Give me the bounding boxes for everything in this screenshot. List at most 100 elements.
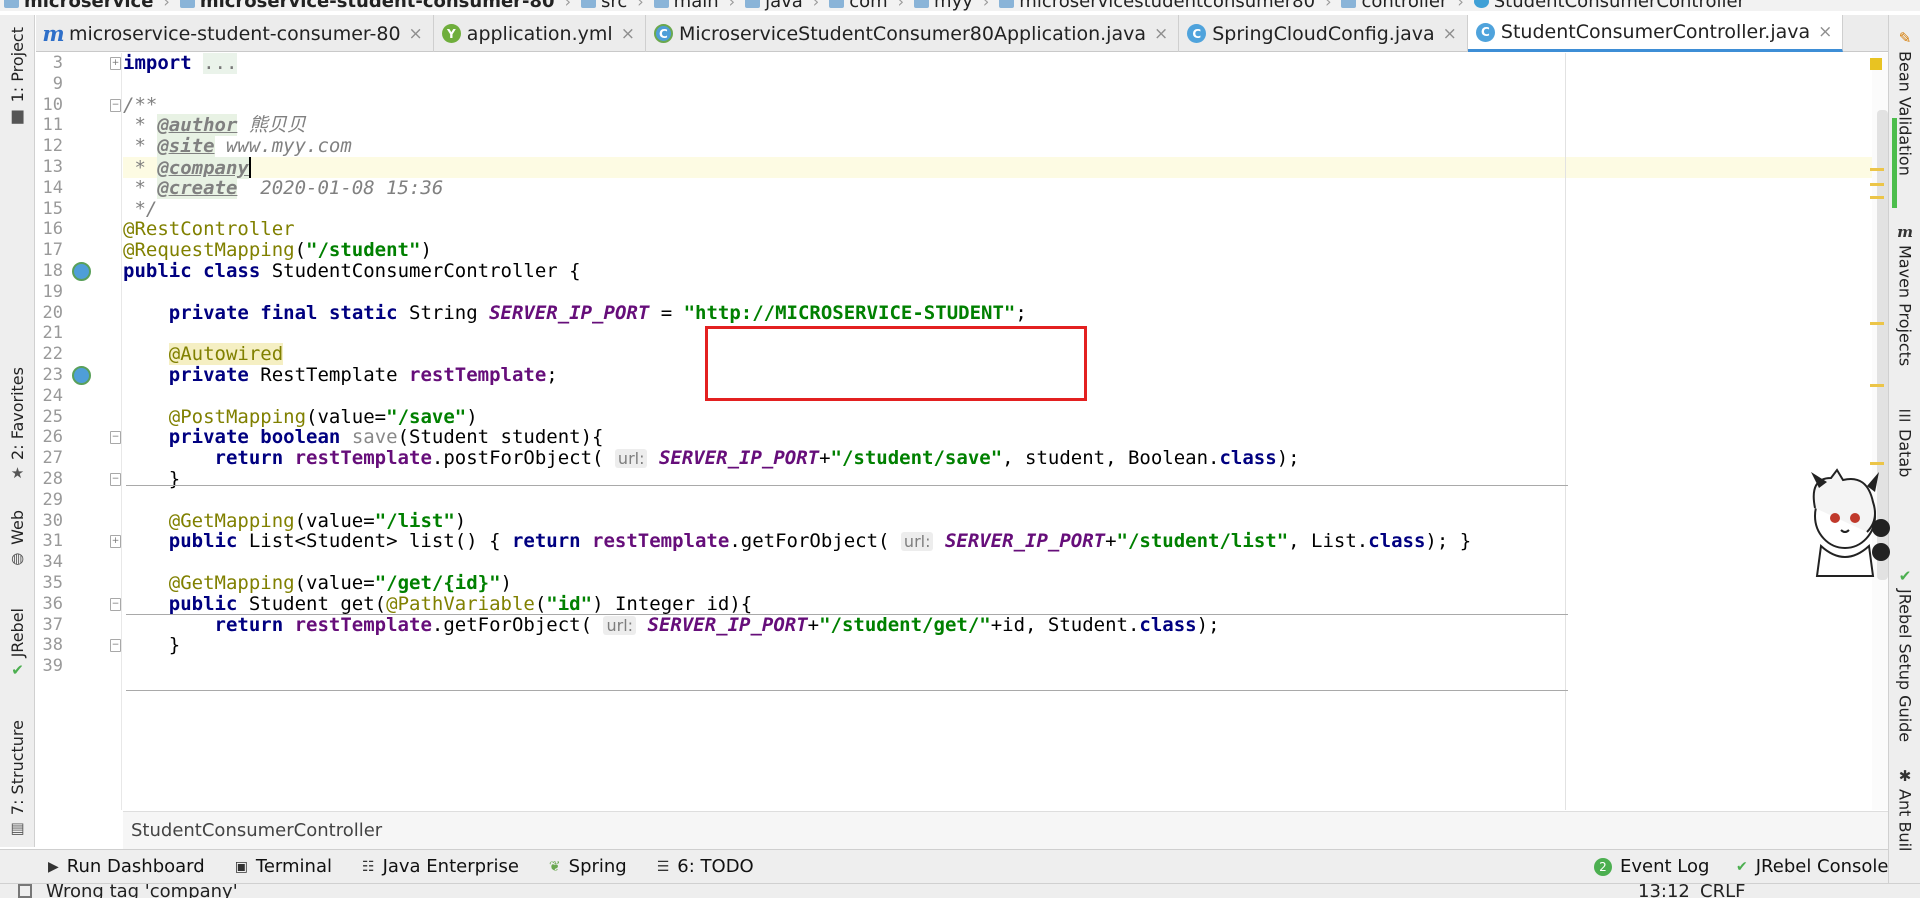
tool-java-enterprise[interactable]: ☷ Java Enterprise xyxy=(362,856,519,877)
close-icon[interactable]: × xyxy=(1443,24,1457,44)
tool-windows-toggle-icon[interactable] xyxy=(18,884,32,898)
tool-run-dashboard[interactable]: ▶ Run Dashboard xyxy=(48,856,205,877)
code-line[interactable]: } xyxy=(123,469,1888,490)
tool-event-log[interactable]: 2 Event Log xyxy=(1594,856,1709,877)
code-line[interactable]: public class StudentConsumerController { xyxy=(123,261,1888,282)
close-icon[interactable]: × xyxy=(621,24,635,44)
close-icon[interactable]: × xyxy=(1818,22,1832,42)
gutter-line[interactable]: 10 − xyxy=(36,95,122,116)
gutter-line[interactable]: 19 xyxy=(36,282,122,303)
tool-project[interactable]: 1: Project ▆ xyxy=(0,27,35,124)
gutter-line[interactable]: 29 xyxy=(36,490,122,511)
gutter-line[interactable]: 11 xyxy=(36,115,122,136)
tool-todo[interactable]: ☰ 6: TODO xyxy=(657,856,754,877)
gutter-line[interactable]: 3 + xyxy=(36,53,122,74)
gutter-line[interactable]: 39 xyxy=(36,656,122,677)
tool-jrebel[interactable]: JRebel ✔ xyxy=(0,608,35,679)
code-line[interactable] xyxy=(123,656,1888,677)
gutter-line[interactable]: 14 xyxy=(36,178,122,199)
warning-stripe[interactable] xyxy=(1870,183,1884,186)
tool-structure[interactable]: 7: Structure ▤ xyxy=(0,720,35,837)
code-line[interactable]: @RestController xyxy=(123,219,1888,240)
code-line[interactable]: public List<Student> list() { return res… xyxy=(123,531,1888,552)
gutter-line[interactable]: 13 xyxy=(36,157,122,178)
code-line[interactable]: * @site www.myy.com xyxy=(123,135,1888,157)
tool-web[interactable]: Web ◍ xyxy=(0,510,35,567)
code-line[interactable]: @GetMapping(value="/get/{id}") xyxy=(123,573,1888,594)
gutter-line[interactable]: 26 − xyxy=(36,427,122,448)
code-line[interactable]: * @company xyxy=(123,157,1888,179)
code-line[interactable]: private final static String SERVER_IP_PO… xyxy=(123,303,1888,324)
fold-toggle-icon[interactable]: − xyxy=(110,431,121,444)
warning-stripe[interactable] xyxy=(1870,322,1884,325)
code-line[interactable]: * @author 熊贝贝 xyxy=(123,114,1888,136)
gutter-line[interactable]: 36 − xyxy=(36,594,122,615)
code-line[interactable]: * @create 2020-01-08 15:36 xyxy=(123,177,1888,199)
gutter-line[interactable]: 28 − xyxy=(36,469,122,490)
spring-bean-icon[interactable] xyxy=(72,262,91,281)
gutter-line[interactable]: 27 xyxy=(36,448,122,469)
fold-toggle-icon[interactable]: + xyxy=(110,57,121,70)
code-line[interactable]: @RequestMapping("/student") xyxy=(123,240,1888,261)
warning-stripe[interactable] xyxy=(1870,196,1884,199)
tool-spring[interactable]: ❦ Spring xyxy=(549,856,627,877)
gutter-line[interactable]: 20 xyxy=(36,303,122,324)
gutter-line[interactable]: 22 xyxy=(36,344,122,365)
editor-gutter[interactable]: 3 +9 10−11 12 13 14 15 16 17 18 19 20 21 22 23 24 25 26−2… xyxy=(36,53,122,810)
code-line[interactable] xyxy=(123,74,1888,95)
gutter-line[interactable]: 25 xyxy=(36,407,122,428)
code-line[interactable]: public Student get(@PathVariable("id") I… xyxy=(123,594,1888,615)
tool-ant-build[interactable]: ✱ Ant Buil xyxy=(1889,767,1920,851)
breadcrumb-item[interactable]: microservice xyxy=(0,0,157,11)
breadcrumb-item[interactable]: com xyxy=(825,0,891,11)
fold-toggle-icon[interactable]: − xyxy=(110,598,121,611)
fold-toggle-icon[interactable]: + xyxy=(110,535,121,548)
code-line[interactable]: private boolean save(Student student){ xyxy=(123,427,1888,448)
code-line[interactable]: /** xyxy=(123,95,1888,116)
autowired-bean-icon[interactable] xyxy=(72,366,91,385)
gutter-line[interactable]: 9 xyxy=(36,74,122,95)
code-line[interactable]: @PostMapping(value="/save") xyxy=(123,407,1888,428)
gutter-line[interactable]: 15 xyxy=(36,199,122,220)
tool-jrebel-setup-guide[interactable]: ✔ JRebel Setup Guide xyxy=(1889,567,1920,742)
gutter-line[interactable]: 18 xyxy=(36,261,122,282)
code-line[interactable] xyxy=(123,490,1888,511)
caret-position[interactable]: 13:12 xyxy=(1638,884,1690,898)
editor-tab[interactable]: C MicroserviceStudentConsumer80Applicatio… xyxy=(646,15,1180,52)
gutter-line[interactable]: 38 − xyxy=(36,635,122,656)
tool-maven-projects[interactable]: m Maven Projects xyxy=(1889,223,1920,366)
breadcrumb-item[interactable]: StudentConsumerController xyxy=(1470,0,1749,11)
warning-stripe[interactable] xyxy=(1870,168,1884,171)
tool-database[interactable]: ☰ Datab xyxy=(1889,407,1920,477)
fold-toggle-icon[interactable]: − xyxy=(110,473,121,486)
gutter-line[interactable]: 12 xyxy=(36,136,122,157)
breadcrumb-item[interactable]: myy xyxy=(910,0,977,11)
gutter-line[interactable]: 24 xyxy=(36,386,122,407)
warning-stripe[interactable] xyxy=(1870,462,1884,465)
gutter-line[interactable]: 35 xyxy=(36,573,122,594)
fold-toggle-icon[interactable]: − xyxy=(110,639,121,652)
gutter-line[interactable]: 30 xyxy=(36,511,122,532)
breadcrumb-item[interactable]: src xyxy=(577,0,631,11)
code-line[interactable]: return restTemplate.postForObject( url: … xyxy=(123,448,1888,469)
warning-stripe[interactable] xyxy=(1870,384,1884,387)
tool-terminal[interactable]: ▣ Terminal xyxy=(235,856,332,877)
breadcrumb-item[interactable]: microservice-student-consumer-80 xyxy=(176,0,559,11)
code-line[interactable] xyxy=(123,282,1888,303)
gutter-line[interactable]: 17 xyxy=(36,240,122,261)
line-separator[interactable]: CRLF xyxy=(1700,884,1745,898)
gutter-line[interactable]: 23 xyxy=(36,365,122,386)
code-line[interactable]: */ xyxy=(123,199,1888,220)
close-icon[interactable]: × xyxy=(1154,24,1168,44)
code-line[interactable]: return restTemplate.getForObject( url: S… xyxy=(123,615,1888,636)
editor-tab[interactable]: C StudentConsumerController.java × xyxy=(1467,15,1844,52)
inspection-status-icon[interactable] xyxy=(1870,58,1882,70)
close-icon[interactable]: × xyxy=(409,24,423,44)
tool-favorites[interactable]: 2: Favorites ★ xyxy=(0,367,35,482)
structure-breadcrumb-label[interactable]: StudentConsumerController xyxy=(131,820,382,841)
tool-jrebel-console[interactable]: ✔ JRebel Console xyxy=(1736,856,1889,877)
breadcrumb-item[interactable]: java xyxy=(741,0,807,11)
code-line[interactable]: } xyxy=(123,635,1888,656)
gutter-line[interactable]: 21 xyxy=(36,323,122,344)
editor-tab[interactable]: C SpringCloudConfig.java × xyxy=(1179,15,1468,52)
